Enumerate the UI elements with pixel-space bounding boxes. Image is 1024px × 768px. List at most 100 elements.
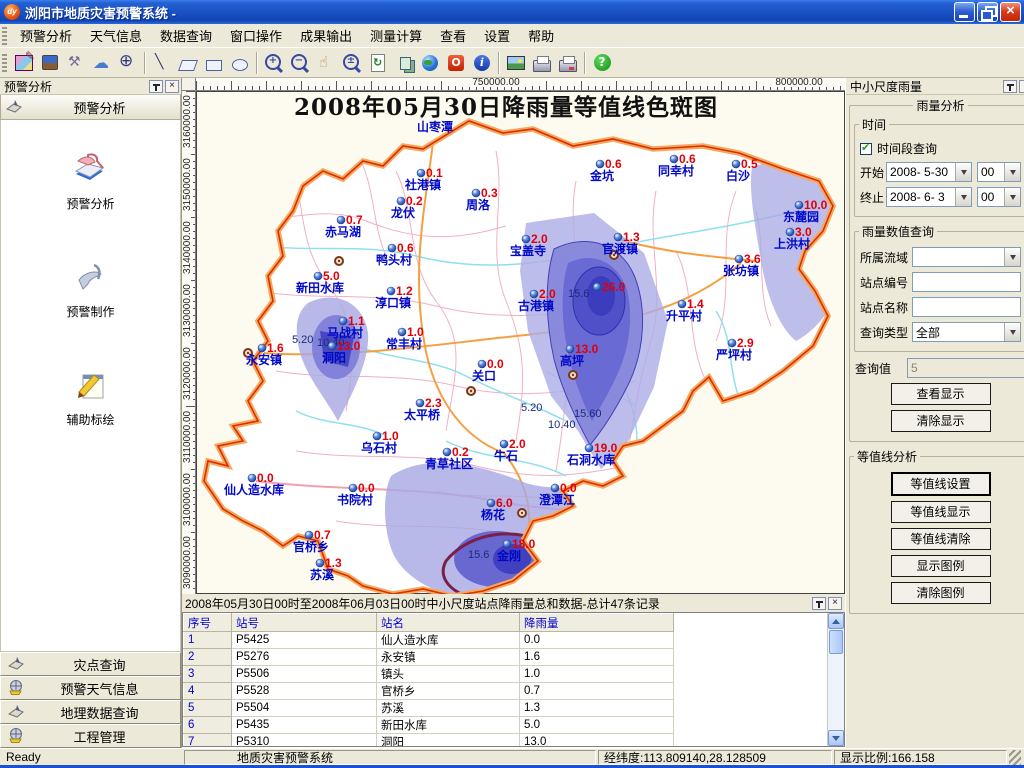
contour-analysis-group: 等值线分析 等值线设置等值线显示等值线清除显示图例清除图例 <box>849 448 1024 614</box>
close-icon[interactable]: × <box>165 80 179 93</box>
menu-item-6[interactable]: 测量计算 <box>361 23 431 48</box>
help-icon[interactable] <box>589 50 615 76</box>
menu-item-7[interactable]: 查看 <box>431 23 475 48</box>
tool-bar <box>0 48 1024 78</box>
time-range-checkbox[interactable] <box>860 143 872 155</box>
zoom-in-icon[interactable] <box>261 50 287 76</box>
column-header[interactable]: 序号 <box>184 614 232 632</box>
zoom-out-icon[interactable] <box>287 50 313 76</box>
站点编号-input[interactable] <box>912 272 1021 292</box>
cloud-tool-icon[interactable] <box>89 50 115 76</box>
column-header[interactable]: 站名 <box>377 614 520 632</box>
center-target-icon[interactable] <box>115 50 141 76</box>
svg-text:同幸村: 同幸村 <box>658 163 694 178</box>
chevron-down-icon[interactable] <box>955 163 971 181</box>
stop-icon[interactable] <box>443 50 469 76</box>
scroll-thumb[interactable] <box>829 630 843 654</box>
print-icon[interactable] <box>529 50 555 76</box>
chevron-down-icon[interactable] <box>955 188 971 206</box>
map-edit-icon[interactable] <box>11 50 37 76</box>
contour-button-3[interactable]: 等值线清除 <box>891 528 991 550</box>
refresh-page-icon[interactable] <box>365 50 391 76</box>
scroll-up-icon[interactable] <box>828 613 844 629</box>
pin-icon[interactable] <box>149 80 163 93</box>
resize-grip[interactable] <box>1009 750 1021 765</box>
menu-item-4[interactable]: 窗口操作 <box>221 23 291 48</box>
sidebar-bar-1[interactable]: 灾点查询 <box>0 652 181 676</box>
close-icon[interactable]: × <box>828 597 842 610</box>
column-header[interactable]: 站号 <box>232 614 377 632</box>
draw-line-icon[interactable] <box>149 50 175 76</box>
menu-item-5[interactable]: 成果输出 <box>291 23 361 48</box>
copy-layers-icon[interactable] <box>391 50 417 76</box>
menu-grip <box>2 27 7 45</box>
svg-text:石洞水库: 石洞水库 <box>566 452 615 467</box>
sidebar-header[interactable]: 预警分析 <box>0 95 181 120</box>
pin-icon[interactable] <box>812 597 826 610</box>
minimize-button[interactable] <box>954 2 975 22</box>
contour-button-1[interactable]: 等值线设置 <box>891 472 991 496</box>
close-icon[interactable]: × <box>1019 80 1024 93</box>
sidebar-bar-3[interactable]: 地理数据查询 <box>0 700 181 724</box>
table-row[interactable]: 4P5528官桥乡0.7 <box>184 683 674 700</box>
table-row[interactable]: 3P5506镇头1.0 <box>184 666 674 683</box>
sidebar-tool-2[interactable]: 预警制作 <box>66 258 114 320</box>
table-scrollbar[interactable] <box>827 613 844 746</box>
所属流域-select[interactable] <box>912 247 1021 267</box>
menu-item-9[interactable]: 帮助 <box>519 23 563 48</box>
start-date-select[interactable]: 2008- 5-30 <box>886 162 972 182</box>
draw-ellipse-icon[interactable] <box>227 50 253 76</box>
menu-item-1[interactable]: 预警分析 <box>11 23 81 48</box>
contour-button-4[interactable]: 显示图例 <box>891 555 991 577</box>
draw-rectangle-icon[interactable] <box>201 50 227 76</box>
sidebar-bar-2[interactable]: 预警天气信息 <box>0 676 181 700</box>
table-row[interactable]: 7P5310洞阳13.0 <box>184 734 674 747</box>
table-row[interactable]: 2P5276永安镇1.6 <box>184 649 674 666</box>
table-row[interactable]: 1P5425仙人造水库0.0 <box>184 632 674 649</box>
contour-button-5[interactable]: 清除图例 <box>891 582 991 604</box>
menu-item-3[interactable]: 数据查询 <box>151 23 221 48</box>
stations-table[interactable]: 序号站号站名降雨量 1P5425仙人造水库0.02P5276永安镇1.63P55… <box>183 613 674 746</box>
pin-icon[interactable] <box>1003 80 1017 93</box>
close-button[interactable] <box>1000 2 1021 22</box>
draw-polygon-icon[interactable] <box>175 50 201 76</box>
svg-text:东麓园: 东麓园 <box>783 209 819 224</box>
flood-fill-icon[interactable] <box>37 50 63 76</box>
pan-hand-icon[interactable] <box>313 50 339 76</box>
table-row[interactable]: 5P5504苏溪1.3 <box>184 700 674 717</box>
chevron-down-icon[interactable] <box>1004 323 1020 341</box>
center-area: 750000.00800000.00 3160000.003150000.003… <box>182 78 845 748</box>
pick-tool-icon[interactable] <box>63 50 89 76</box>
info-icon[interactable] <box>469 50 495 76</box>
menu-bar: 预警分析天气信息数据查询窗口操作成果输出测量计算查看设置帮助 <box>0 24 1024 48</box>
start-hour-select[interactable]: 00 <box>977 162 1021 182</box>
export-image-icon[interactable] <box>503 50 529 76</box>
sidebar-tool-3[interactable]: 辅助标绘 <box>66 366 114 428</box>
query-button-1[interactable]: 查看显示 <box>891 383 991 405</box>
toolbar-grip <box>2 54 7 72</box>
globe-icon[interactable] <box>417 50 443 76</box>
站点名称-input[interactable] <box>912 297 1021 317</box>
map-canvas[interactable]: 2008年05月30日降雨量等值线色斑图 5.2010.4015.65.2015… <box>196 91 845 594</box>
menu-item-8[interactable]: 设置 <box>475 23 519 48</box>
svg-text:张坊镇: 张坊镇 <box>723 263 759 278</box>
restore-button[interactable] <box>977 2 998 22</box>
print-preview-icon[interactable] <box>555 50 581 76</box>
sidebar-tool-1[interactable]: 预警分析 <box>66 152 114 212</box>
menu-item-2[interactable]: 天气信息 <box>81 23 151 48</box>
contour-button-2[interactable]: 等值线显示 <box>891 501 991 523</box>
end-date-select[interactable]: 2008- 6- 3 <box>886 187 972 207</box>
column-header[interactable]: 降雨量 <box>520 614 674 632</box>
zoom-extent-icon[interactable] <box>339 50 365 76</box>
chevron-down-icon[interactable] <box>1004 248 1020 266</box>
scroll-down-icon[interactable] <box>828 730 844 746</box>
end-hour-select[interactable]: 00 <box>977 187 1021 207</box>
svg-text:青草社区: 青草社区 <box>425 456 473 471</box>
sidebar-bar-4[interactable]: 工程管理 <box>0 724 181 748</box>
ruler-label: 3120000.00 <box>182 345 193 403</box>
table-row[interactable]: 6P5435新田水库5.0 <box>184 717 674 734</box>
chevron-down-icon[interactable] <box>1004 188 1020 206</box>
chevron-down-icon[interactable] <box>1004 163 1020 181</box>
query-button-2[interactable]: 清除显示 <box>891 410 991 432</box>
查询类型-select[interactable]: 全部 <box>912 322 1021 342</box>
